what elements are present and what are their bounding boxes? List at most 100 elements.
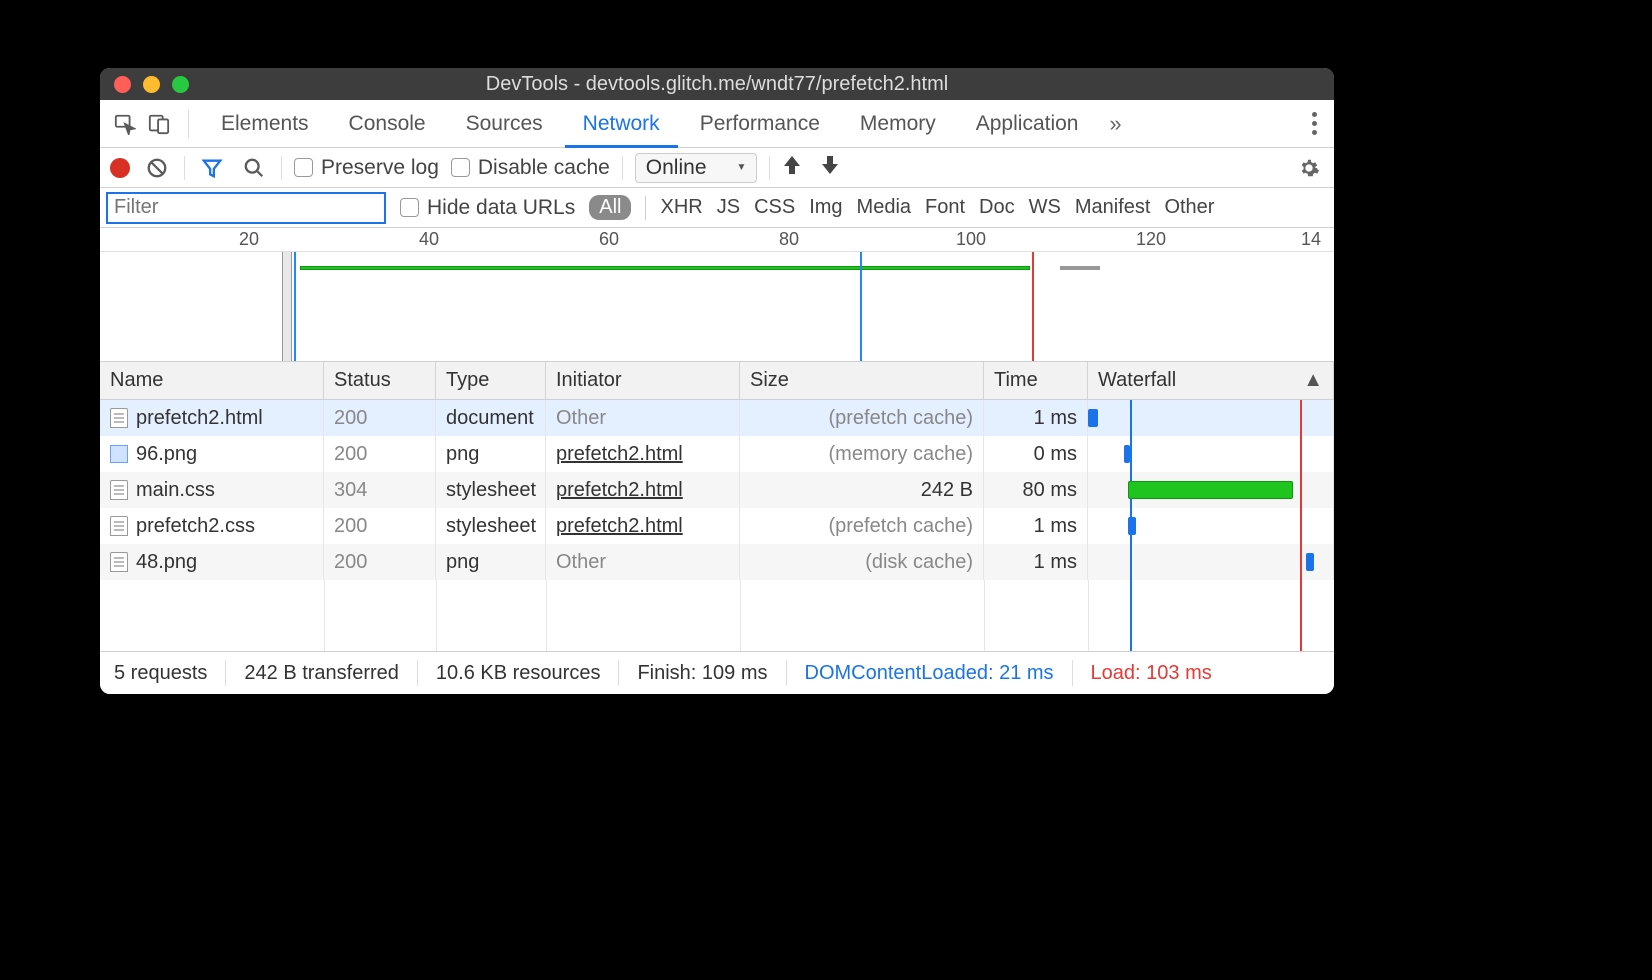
sort-indicator-icon: ▲: [1303, 369, 1323, 392]
request-type: stylesheet: [436, 472, 546, 508]
col-name[interactable]: Name: [100, 362, 324, 399]
settings-gear-icon[interactable]: [1294, 153, 1324, 183]
request-status: 304: [324, 472, 436, 508]
record-button[interactable]: [110, 158, 130, 178]
col-status[interactable]: Status: [324, 362, 436, 399]
document-file-icon: [110, 552, 128, 572]
request-table-body: prefetch2.html200documentOther(prefetch …: [100, 400, 1334, 580]
tab-memory[interactable]: Memory: [842, 100, 954, 148]
filter-type-css[interactable]: CSS: [754, 196, 795, 219]
device-toolbar-icon[interactable]: [144, 109, 174, 139]
request-status: 200: [324, 400, 436, 436]
preserve-log-checkbox[interactable]: Preserve log: [294, 156, 439, 180]
overview-load-marker: [1032, 252, 1034, 361]
table-row[interactable]: prefetch2.html200documentOther(prefetch …: [100, 400, 1334, 436]
request-initiator[interactable]: prefetch2.html: [556, 443, 683, 466]
overview-track[interactable]: [100, 252, 1334, 361]
request-table-header: Name Status Type Initiator Size Time Wat…: [100, 362, 1334, 400]
document-file-icon: [110, 516, 128, 536]
overview-start-marker: [294, 252, 296, 361]
filter-type-xhr[interactable]: XHR: [660, 196, 702, 219]
request-initiator[interactable]: prefetch2.html: [556, 479, 683, 502]
close-window-button[interactable]: [114, 76, 131, 93]
request-type: png: [436, 544, 546, 580]
window-title: DevTools - devtools.glitch.me/wndt77/pre…: [100, 73, 1334, 96]
filter-type-ws[interactable]: WS: [1029, 196, 1061, 219]
tab-network[interactable]: Network: [565, 100, 678, 148]
table-row[interactable]: prefetch2.css200stylesheetprefetch2.html…: [100, 508, 1334, 544]
inspect-element-icon[interactable]: [110, 109, 140, 139]
tab-sources[interactable]: Sources: [448, 100, 561, 148]
hide-data-urls-checkbox[interactable]: Hide data URLs: [400, 196, 575, 220]
overview-extra-bar: [1060, 266, 1100, 270]
filter-type-all[interactable]: All: [589, 195, 631, 220]
devtools-window: DevTools - devtools.glitch.me/wndt77/pre…: [100, 68, 1334, 694]
col-size[interactable]: Size: [740, 362, 984, 399]
zoom-window-button[interactable]: [172, 76, 189, 93]
table-row[interactable]: 48.png200pngOther(disk cache)1 ms: [100, 544, 1334, 580]
table-empty-region: [100, 580, 1334, 652]
filter-bar: Hide data URLs All XHR JS CSS Img Media …: [100, 188, 1334, 228]
filter-type-font[interactable]: Font: [925, 196, 965, 219]
request-status: 200: [324, 544, 436, 580]
request-time: 1 ms: [984, 544, 1088, 580]
tabs-overflow-icon[interactable]: »: [1100, 111, 1130, 137]
image-file-icon: [110, 445, 128, 463]
filter-type-js[interactable]: JS: [717, 196, 740, 219]
request-size: 242 B: [740, 472, 984, 508]
upload-har-icon[interactable]: [782, 154, 802, 182]
request-size: (disk cache): [740, 544, 984, 580]
filter-type-media[interactable]: Media: [857, 196, 911, 219]
filter-type-manifest[interactable]: Manifest: [1075, 196, 1151, 219]
download-har-icon[interactable]: [820, 154, 840, 182]
status-transferred: 242 B transferred: [244, 662, 399, 685]
filter-icon[interactable]: [197, 153, 227, 183]
filter-type-doc[interactable]: Doc: [979, 196, 1015, 219]
window-controls: [114, 76, 189, 93]
document-file-icon: [110, 408, 128, 428]
status-load: Load: 103 ms: [1091, 662, 1212, 685]
col-waterfall[interactable]: Waterfall ▲: [1088, 362, 1334, 399]
request-initiator: Other: [556, 407, 606, 430]
status-bar: 5 requests 242 B transferred 10.6 KB res…: [100, 652, 1334, 694]
request-status: 200: [324, 508, 436, 544]
request-initiator[interactable]: prefetch2.html: [556, 515, 683, 538]
col-type[interactable]: Type: [436, 362, 546, 399]
panel-tabs: Elements Console Sources Network Perform…: [100, 100, 1334, 148]
tab-elements[interactable]: Elements: [203, 100, 327, 148]
request-status: 200: [324, 436, 436, 472]
request-time: 80 ms: [984, 472, 1088, 508]
tab-application[interactable]: Application: [958, 100, 1097, 148]
table-row[interactable]: 96.png200pngprefetch2.html(memory cache)…: [100, 436, 1334, 472]
tab-performance[interactable]: Performance: [682, 100, 838, 148]
request-waterfall: [1088, 436, 1334, 472]
request-waterfall: [1088, 544, 1334, 580]
status-requests: 5 requests: [114, 662, 207, 685]
disable-cache-checkbox[interactable]: Disable cache: [451, 156, 610, 180]
minimize-window-button[interactable]: [143, 76, 160, 93]
filter-type-other[interactable]: Other: [1164, 196, 1214, 219]
request-waterfall: [1088, 508, 1334, 544]
request-time: 1 ms: [984, 508, 1088, 544]
filter-type-img[interactable]: Img: [809, 196, 842, 219]
titlebar: DevTools - devtools.glitch.me/wndt77/pre…: [100, 68, 1334, 100]
request-type: stylesheet: [436, 508, 546, 544]
request-name: main.css: [136, 479, 215, 502]
overview-ruler: 20 ms 40 ms 60 ms 80 ms 100 ms 120 ms 14: [100, 228, 1334, 252]
tab-console[interactable]: Console: [331, 100, 444, 148]
kebab-menu-icon[interactable]: [1304, 109, 1324, 139]
status-dcl: DOMContentLoaded: 21 ms: [805, 662, 1054, 685]
table-row[interactable]: main.css 304stylesheet prefetch2.html 242 B…: [100, 472, 1334, 508]
request-size: (prefetch cache): [740, 400, 984, 436]
overview-timeline[interactable]: 20 ms 40 ms 60 ms 80 ms 100 ms 120 ms 14: [100, 228, 1334, 362]
col-time[interactable]: Time: [984, 362, 1088, 399]
request-type: document: [436, 400, 546, 436]
col-initiator[interactable]: Initiator: [546, 362, 740, 399]
throttling-select[interactable]: Online▼: [635, 153, 758, 183]
request-time: 1 ms: [984, 400, 1088, 436]
overview-handle-left[interactable]: [282, 252, 292, 361]
filter-input[interactable]: [106, 192, 386, 224]
clear-icon[interactable]: [142, 153, 172, 183]
request-name: 48.png: [136, 551, 197, 574]
search-icon[interactable]: [239, 153, 269, 183]
